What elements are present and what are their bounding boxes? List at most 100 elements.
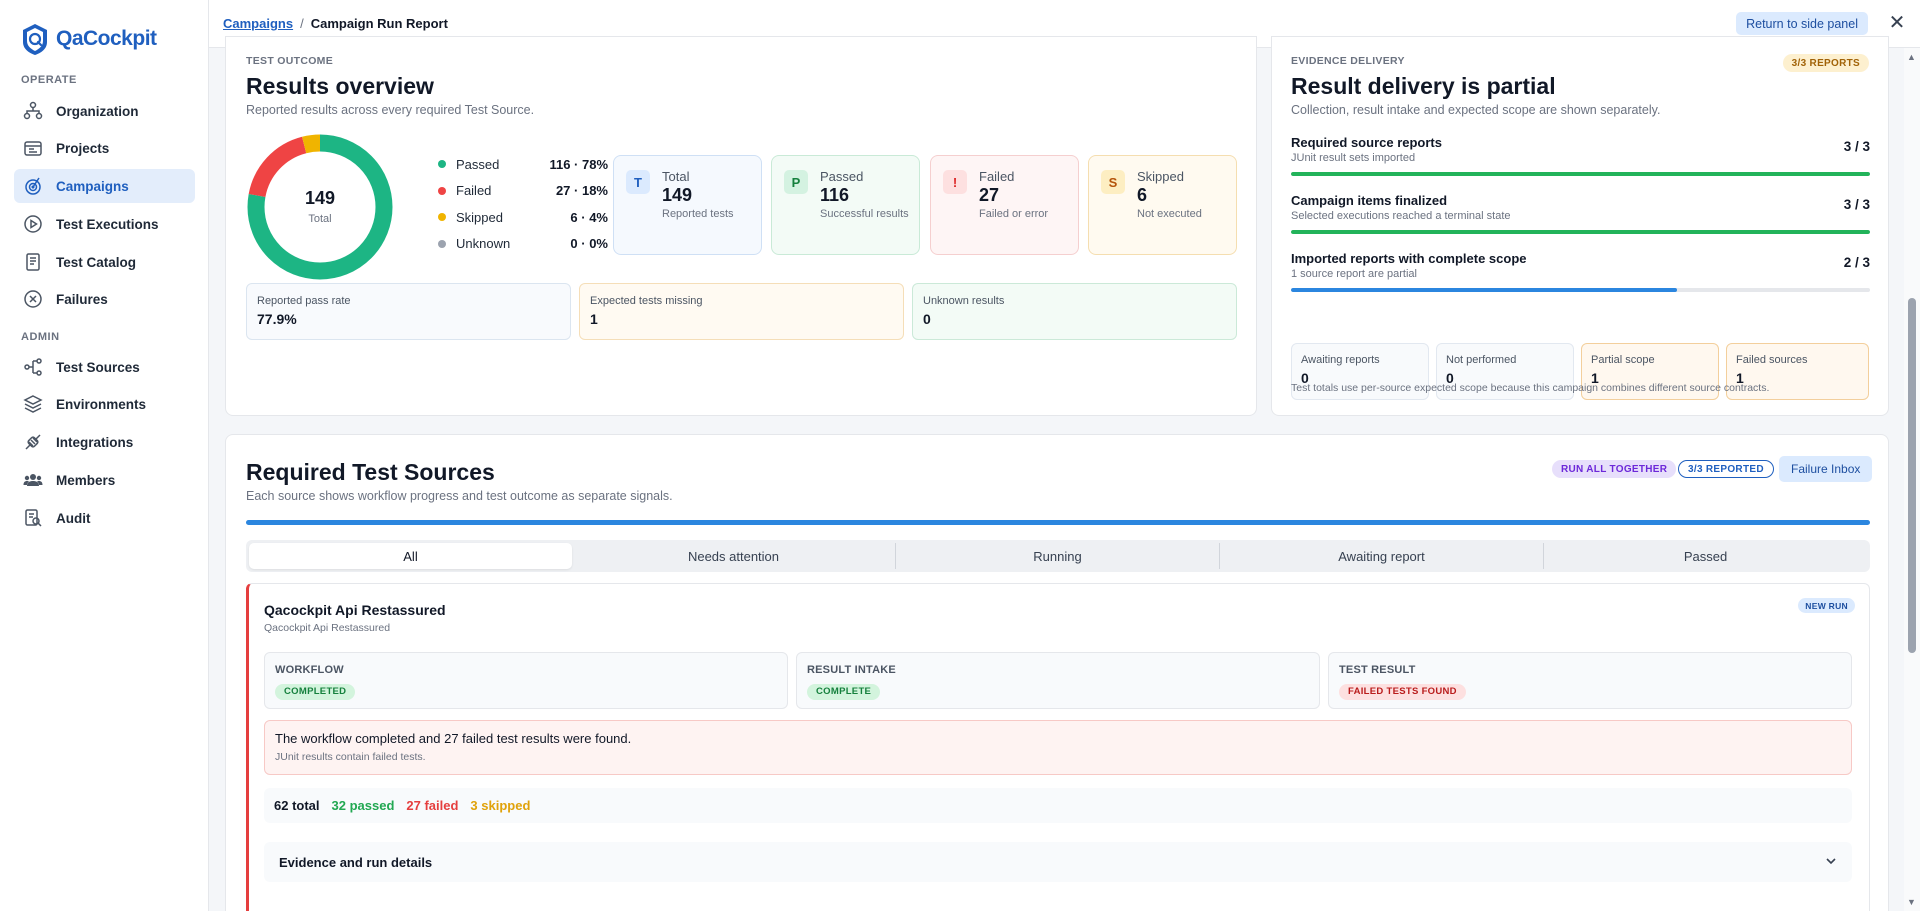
tab-awaiting-report[interactable]: Awaiting report [1220,543,1544,569]
legend-value: 116 · 78% [549,156,608,172]
scroll-up-icon[interactable]: ▲ [1907,52,1916,62]
mini-expected-missing: Expected tests missing 1 [579,283,904,340]
nav-item-test-sources[interactable]: Test Sources [14,350,195,384]
result-intake-status-box: RESULT INTAKE COMPLETE [796,652,1320,709]
sources-icon [22,356,44,378]
plug-icon [22,431,44,453]
brand[interactable]: QaCockpit [20,22,157,56]
delivery-box-label: Partial scope [1591,354,1655,366]
mini-label: Reported pass rate [257,295,351,307]
nav-item-failures[interactable]: Failures [14,282,195,316]
legend-dot-unknown [438,239,446,248]
nav-item-projects[interactable]: Projects [14,131,195,165]
mini-unknown: Unknown results 0 [912,283,1237,340]
reported-pill: 3/3 REPORTED [1678,460,1774,478]
legend-label: Failed [456,183,492,199]
progress-track [1291,288,1870,292]
projects-icon [22,137,44,159]
evidence-details-accordion[interactable]: Evidence and run details [264,842,1852,882]
delivery-row-count: 3 / 3 [1843,197,1870,212]
catalog-icon [22,251,44,273]
delivery-note: Test totals use per-source expected scop… [1291,382,1770,394]
failure-alert: The workflow completed and 27 failed tes… [264,720,1852,775]
progress-track [1291,172,1870,176]
progress-fill [1291,230,1870,234]
nav-label: Campaigns [56,178,129,194]
nav-item-audit[interactable]: Audit [14,501,195,535]
legend-label: Unknown [456,236,511,252]
nav-item-test-executions[interactable]: Test Executions [14,207,195,241]
nav-label: Failures [56,291,108,307]
stat-value: 116 [820,185,850,205]
breadcrumb-campaigns-link[interactable]: Campaigns [223,16,293,31]
evidence-delivery-card: EVIDENCE DELIVERY 3/3 REPORTS Result del… [1271,36,1889,416]
nav-section-admin: ADMIN [21,331,60,343]
nav-item-test-catalog[interactable]: Test Catalog [14,245,195,279]
scroll-down-icon[interactable]: ▼ [1907,897,1916,907]
delivery-box-label: Awaiting reports [1301,354,1380,366]
stat-badge-failed: ! [943,170,967,194]
x-circle-icon [22,288,44,310]
legend-item: Unknown 0 · 0% [438,231,608,258]
legend-dot-skipped [438,213,446,222]
scroll-thumb[interactable] [1908,298,1916,653]
legend-item: Passed 116 · 78% [438,151,608,178]
source-card-subtitle: Qacockpit Api Restassured [264,622,391,634]
audit-icon [22,507,44,529]
donut-total: 149 [304,188,336,208]
stat-card-failed: ! Failed 27 Failed or error [930,155,1079,255]
sidebar: QaCockpit OPERATE Organization Projects … [0,0,209,911]
legend-value: 27 · 18% [555,183,608,199]
page-scrollbar[interactable]: ▲ ▼ [1904,48,1920,911]
count-failed: 27 failed [406,798,459,813]
legend-label: Skipped [456,209,503,225]
count-passed: 32 passed [331,798,395,813]
tab-running[interactable]: Running [896,543,1220,569]
nav-section-operate: OPERATE [21,74,77,86]
stat-value: 149 [662,185,693,205]
nav-item-members[interactable]: Members [14,463,195,497]
workflow-status-badge: COMPLETED [275,683,356,700]
source-card: Qacockpit Api Restassured Qacockpit Api … [246,583,1870,911]
nav-item-campaigns[interactable]: Campaigns [14,169,195,203]
nav-label: Environments [56,396,147,412]
donut-total-label: Total [308,213,332,225]
nav-item-integrations[interactable]: Integrations [14,425,195,459]
stat-card-total: T Total 149 Reported tests [613,155,762,255]
tab-all[interactable]: All [249,543,572,569]
delivery-row-items-finalized: Campaign items finalized Selected execut… [1291,193,1870,234]
failure-inbox-button[interactable]: Failure Inbox [1779,456,1873,482]
stat-value: 27 [979,185,1000,205]
progress-track [1291,230,1870,234]
nav-item-environments[interactable]: Environments [14,387,195,421]
stat-card-skipped: S Skipped 6 Not executed [1088,155,1237,255]
play-circle-icon [22,213,44,235]
mini-pass-rate: Reported pass rate 77.9% [246,283,571,340]
tab-passed[interactable]: Passed [1544,543,1867,569]
close-icon[interactable]: ✕ [1886,12,1908,34]
return-to-side-panel-button[interactable]: Return to side panel [1736,12,1868,35]
count-skipped: 3 skipped [470,798,531,813]
nav-label: Test Executions [56,216,159,232]
reports-badge: 3/3 REPORTS [1782,54,1869,72]
status-label: TEST RESULT [1339,664,1416,676]
delivery-row-sub: JUnit result sets imported [1291,152,1416,164]
nav-item-organization[interactable]: Organization [14,94,195,128]
org-chart-icon [22,100,44,122]
nav-label: Integrations [56,434,134,450]
stat-badge-passed: P [784,170,808,194]
nav-label: Projects [56,140,110,156]
accordion-label: Evidence and run details [279,854,433,870]
stat-label: Passed [820,169,864,184]
stat-label: Total [662,169,690,184]
results-overview-subtitle: Reported results across every required T… [246,103,535,117]
delivery-row-title: Imported reports with complete scope [1291,251,1527,266]
nav-label: Organization [56,103,139,119]
stat-sub: Not executed [1137,208,1202,220]
brand-name: QaCockpit [56,27,157,50]
tab-needs-attention[interactable]: Needs attention [572,543,896,569]
mini-label: Unknown results [923,295,1005,307]
stat-sub: Reported tests [662,208,734,220]
delivery-row-source-reports: Required source reports JUnit result set… [1291,135,1870,176]
legend-label: Passed [456,156,500,172]
